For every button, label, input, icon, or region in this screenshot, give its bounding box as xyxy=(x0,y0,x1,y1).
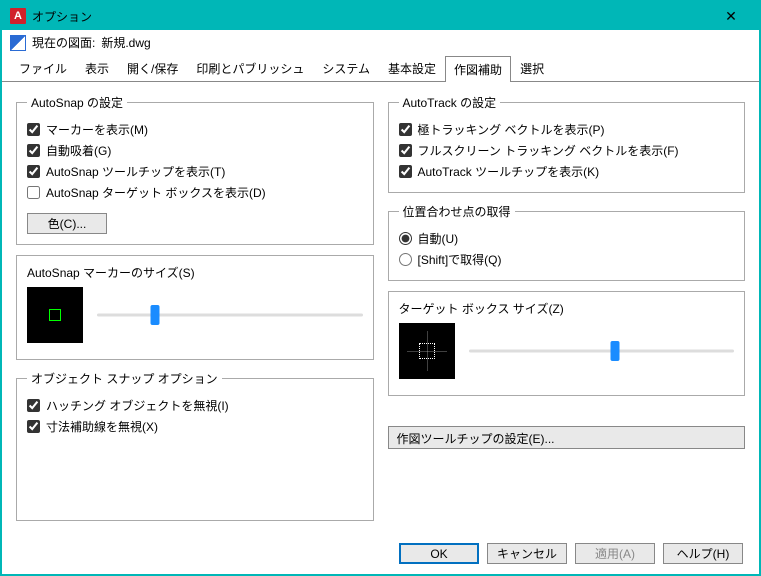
checkbox-magnet-input[interactable] xyxy=(27,144,40,157)
close-icon[interactable]: ✕ xyxy=(711,8,751,25)
osnap-options-group: オブジェクト スナップ オプション ハッチング オブジェクトを無視(I) 寸法補… xyxy=(16,370,374,521)
alignment-acquisition-group: 位置合わせ点の取得 自動(U) [Shift]で取得(Q) xyxy=(388,203,746,281)
window-title: オプション xyxy=(32,8,711,25)
tab-drafting[interactable]: 作図補助 xyxy=(445,56,511,82)
radio-shift-input[interactable] xyxy=(399,253,412,266)
tab-strip: ファイル 表示 開く/保存 印刷とパブリッシュ システム 基本設定 作図補助 選… xyxy=(2,55,759,82)
tab-system[interactable]: システム xyxy=(313,55,379,81)
checkbox-ignore-ext[interactable]: 寸法補助線を無視(X) xyxy=(27,416,363,437)
marker-size-group: AutoSnap マーカーのサイズ(S) xyxy=(16,255,374,360)
tab-selection[interactable]: 選択 xyxy=(511,55,553,81)
checkbox-fullscreen-track-input[interactable] xyxy=(399,144,412,157)
checkbox-ignore-ext-input[interactable] xyxy=(27,420,40,433)
checkbox-polar[interactable]: 極トラッキング ベクトルを表示(P) xyxy=(399,119,735,140)
checkbox-fullscreen-track[interactable]: フルスクリーン トラッキング ベクトルを表示(F) xyxy=(399,140,735,161)
tooltip-settings-button[interactable]: 作図ツールチップの設定(E)... xyxy=(388,426,746,449)
tab-display[interactable]: 表示 xyxy=(76,55,118,81)
checkbox-autosnap-tooltip-input[interactable] xyxy=(27,165,40,178)
help-button[interactable]: ヘルプ(H) xyxy=(663,543,743,564)
right-column: AutoTrack の設定 極トラッキング ベクトルを表示(P) フルスクリーン… xyxy=(388,94,746,521)
checkbox-aperture-input[interactable] xyxy=(27,186,40,199)
dialog-footer: OK キャンセル 適用(A) ヘルプ(H) xyxy=(2,533,759,574)
left-column: AutoSnap の設定 マーカーを表示(M) 自動吸着(G) AutoSnap… xyxy=(16,94,374,521)
marker-size-slider[interactable] xyxy=(97,305,363,325)
target-box-icon xyxy=(419,343,435,359)
tab-content: AutoSnap の設定 マーカーを表示(M) 自動吸着(G) AutoSnap… xyxy=(2,82,759,533)
drawing-icon xyxy=(10,35,26,51)
tab-file[interactable]: ファイル xyxy=(10,55,76,81)
apply-button[interactable]: 適用(A) xyxy=(575,543,655,564)
ok-button[interactable]: OK xyxy=(399,543,479,564)
autosnap-legend: AutoSnap の設定 xyxy=(27,94,127,111)
slider-thumb[interactable] xyxy=(151,305,160,325)
checkbox-aperture[interactable]: AutoSnap ターゲット ボックスを表示(D) xyxy=(27,182,363,203)
marker-size-label: AutoSnap マーカーのサイズ(S) xyxy=(27,264,363,281)
checkbox-ignore-hatch-input[interactable] xyxy=(27,399,40,412)
checkbox-autosnap-tooltip[interactable]: AutoSnap ツールチップを表示(T) xyxy=(27,161,363,182)
options-dialog: A オプション ✕ 現在の図面: 新規.dwg ファイル 表示 開く/保存 印刷… xyxy=(0,0,761,576)
target-preview xyxy=(399,323,455,379)
target-size-slider[interactable] xyxy=(469,341,735,361)
checkbox-ignore-hatch[interactable]: ハッチング オブジェクトを無視(I) xyxy=(27,395,363,416)
autotrack-settings-group: AutoTrack の設定 極トラッキング ベクトルを表示(P) フルスクリーン… xyxy=(388,94,746,193)
radio-auto-input[interactable] xyxy=(399,232,412,245)
target-size-group: ターゲット ボックス サイズ(Z) xyxy=(388,291,746,396)
checkbox-polar-input[interactable] xyxy=(399,123,412,136)
autotrack-legend: AutoTrack の設定 xyxy=(399,94,501,111)
checkbox-magnet[interactable]: 自動吸着(G) xyxy=(27,140,363,161)
autosnap-settings-group: AutoSnap の設定 マーカーを表示(M) 自動吸着(G) AutoSnap… xyxy=(16,94,374,245)
radio-auto[interactable]: 自動(U) xyxy=(399,228,735,249)
slider-thumb[interactable] xyxy=(610,341,619,361)
app-icon: A xyxy=(10,8,26,24)
tab-prefs[interactable]: 基本設定 xyxy=(379,55,445,81)
checkbox-autotrack-tooltip-input[interactable] xyxy=(399,165,412,178)
osnap-options-legend: オブジェクト スナップ オプション xyxy=(27,370,222,387)
cancel-button[interactable]: キャンセル xyxy=(487,543,567,564)
alignment-legend: 位置合わせ点の取得 xyxy=(399,203,515,220)
current-drawing-name: 新規.dwg xyxy=(101,34,150,51)
current-drawing-label: 現在の図面: xyxy=(32,34,95,51)
checkbox-marker-input[interactable] xyxy=(27,123,40,136)
titlebar: A オプション ✕ xyxy=(2,2,759,30)
square-marker-icon xyxy=(49,309,61,321)
tab-open-save[interactable]: 開く/保存 xyxy=(118,55,187,81)
radio-shift[interactable]: [Shift]で取得(Q) xyxy=(399,249,735,270)
checkbox-autotrack-tooltip[interactable]: AutoTrack ツールチップを表示(K) xyxy=(399,161,735,182)
target-size-label: ターゲット ボックス サイズ(Z) xyxy=(399,300,735,317)
marker-preview xyxy=(27,287,83,343)
color-button[interactable]: 色(C)... xyxy=(27,213,107,234)
toolbar: 現在の図面: 新規.dwg xyxy=(2,30,759,55)
tab-plot[interactable]: 印刷とパブリッシュ xyxy=(187,55,313,81)
checkbox-marker[interactable]: マーカーを表示(M) xyxy=(27,119,363,140)
